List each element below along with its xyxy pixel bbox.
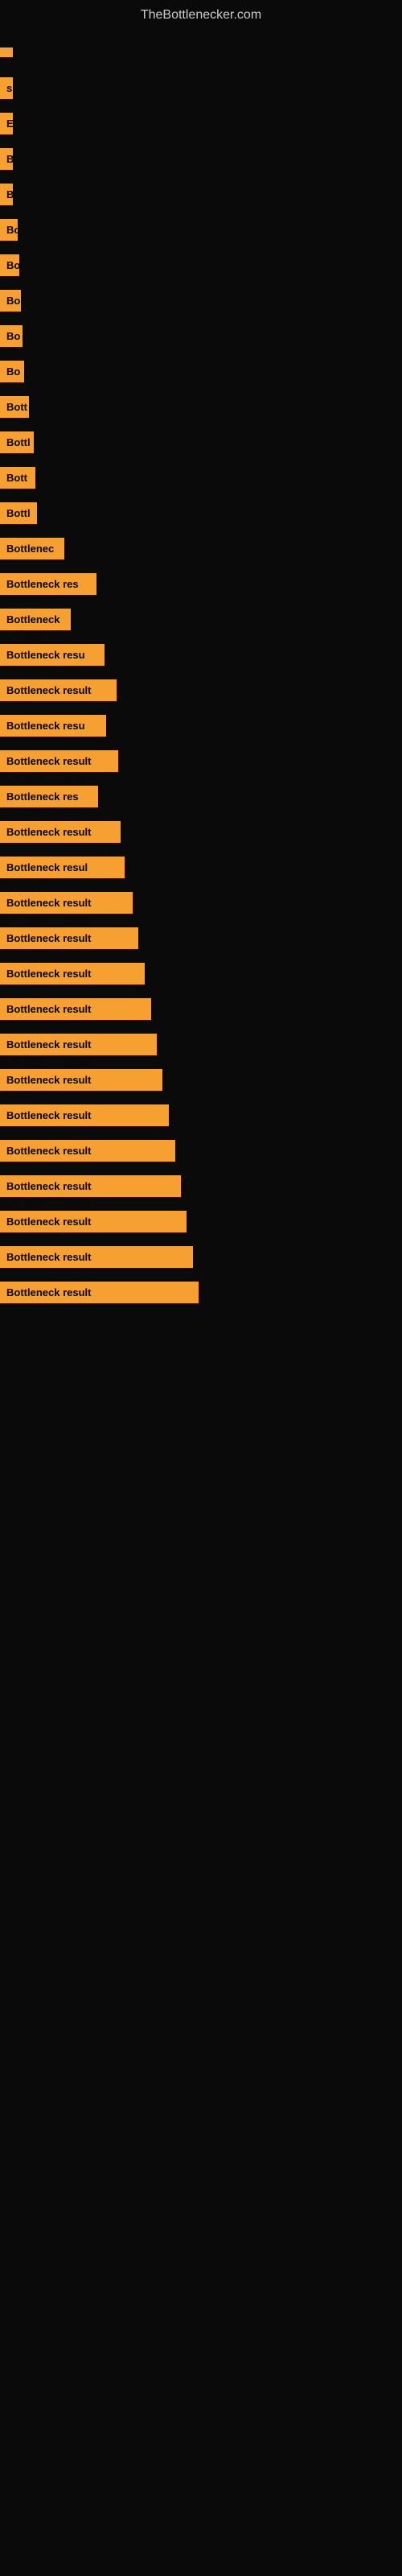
- bar-label: Bottleneck result: [0, 1034, 157, 1055]
- bar-row: Bottleneck result: [0, 920, 402, 956]
- bar-row: Bottleneck resu: [0, 637, 402, 672]
- bar-row: Bottleneck resul: [0, 849, 402, 885]
- bar-row: [0, 35, 402, 70]
- bars-container: sEBBBoBoBoBoBoBottBottlBottBottlBottlene…: [0, 27, 402, 1318]
- bar-row: Bo: [0, 353, 402, 389]
- bar-label: Bottleneck: [0, 609, 71, 630]
- bar-row: Bottleneck: [0, 601, 402, 637]
- bar-label: Bottleneck result: [0, 821, 121, 843]
- site-title: TheBottlenecker.com: [0, 0, 402, 27]
- bar-label: Bottleneck result: [0, 892, 133, 914]
- bar-row: Bottleneck res: [0, 778, 402, 814]
- bar-label: Bo: [0, 219, 18, 241]
- bar-row: E: [0, 105, 402, 141]
- bar-row: Bottleneck result: [0, 672, 402, 708]
- bar-label: Bottl: [0, 431, 34, 453]
- bar-row: Bott: [0, 460, 402, 495]
- bar-label: Bottleneck result: [0, 963, 145, 985]
- bar-label: s: [0, 77, 13, 99]
- bar-row: Bottleneck result: [0, 885, 402, 920]
- bar-label: Bottleneck result: [0, 1211, 187, 1232]
- bar-row: Bo: [0, 283, 402, 318]
- bar-row: B: [0, 141, 402, 176]
- bar-label: Bott: [0, 396, 29, 418]
- bar-row: Bottleneck result: [0, 1062, 402, 1097]
- bar-label: B: [0, 148, 13, 170]
- bar-label: B: [0, 184, 13, 205]
- bar-label: Bottleneck res: [0, 786, 98, 807]
- bar-row: Bottleneck result: [0, 743, 402, 778]
- bar-label: Bottlenec: [0, 538, 64, 559]
- bar-row: Bottleneck result: [0, 956, 402, 991]
- bar-label: Bo: [0, 361, 24, 382]
- bar-label: Bottleneck result: [0, 998, 151, 1020]
- bar-row: Bottleneck result: [0, 1026, 402, 1062]
- bar-row: Bottleneck result: [0, 1097, 402, 1133]
- bar-label: Bottleneck result: [0, 1069, 162, 1091]
- bar-label: Bottleneck res: [0, 573, 96, 595]
- bar-label: Bott: [0, 467, 35, 489]
- bar-label: Bottleneck result: [0, 1140, 175, 1162]
- bar-label: Bottleneck resu: [0, 644, 105, 666]
- bar-row: s: [0, 70, 402, 105]
- bar-row: B: [0, 176, 402, 212]
- bar-row: Bottleneck result: [0, 1203, 402, 1239]
- bar-row: Bottleneck result: [0, 991, 402, 1026]
- bar-label: Bottleneck result: [0, 1175, 181, 1197]
- bar-label: Bottl: [0, 502, 37, 524]
- bar-label: Bottleneck resul: [0, 857, 125, 878]
- bar-label: Bo: [0, 325, 23, 347]
- bar-label: Bottleneck result: [0, 1104, 169, 1126]
- bar-row: Bo: [0, 247, 402, 283]
- bar-row: Bottleneck result: [0, 814, 402, 849]
- bar-row: Bottleneck resu: [0, 708, 402, 743]
- bar-label: Bo: [0, 290, 21, 312]
- bar-label: Bottleneck result: [0, 1246, 193, 1268]
- bar-row: Bottleneck result: [0, 1168, 402, 1203]
- bar-row: Bottlenec: [0, 530, 402, 566]
- bar-label: E: [0, 113, 13, 134]
- bar-row: Bottleneck result: [0, 1133, 402, 1168]
- bar-label: Bottleneck result: [0, 750, 118, 772]
- bar-row: Bottleneck result: [0, 1239, 402, 1274]
- bar-row: Bottl: [0, 424, 402, 460]
- bar-row: Bottleneck res: [0, 566, 402, 601]
- bar-row: Bottl: [0, 495, 402, 530]
- bar-label: Bottleneck result: [0, 679, 117, 701]
- bar-label: Bo: [0, 254, 19, 276]
- bar-row: Bott: [0, 389, 402, 424]
- bar-label: [0, 47, 13, 57]
- bar-row: Bo: [0, 318, 402, 353]
- bar-label: Bottleneck resu: [0, 715, 106, 737]
- bar-row: Bottleneck result: [0, 1274, 402, 1310]
- bar-label: Bottleneck result: [0, 1282, 199, 1303]
- bar-row: Bo: [0, 212, 402, 247]
- bar-label: Bottleneck result: [0, 927, 138, 949]
